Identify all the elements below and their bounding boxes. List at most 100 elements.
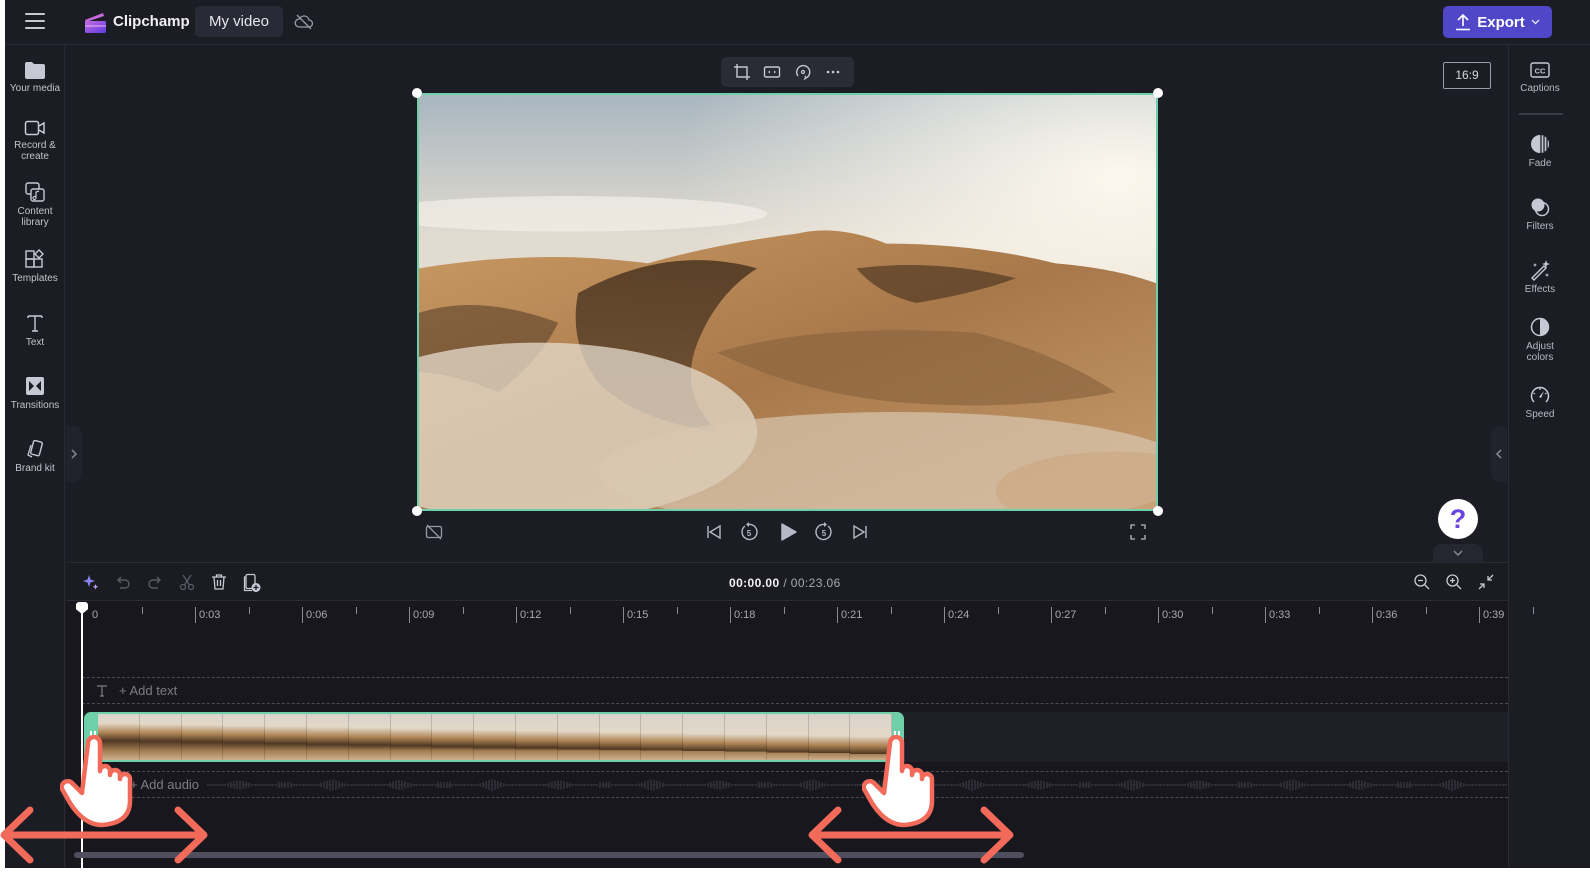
sidebar-label: Text (25, 337, 45, 348)
video-preview[interactable] (417, 93, 1158, 511)
ruler-major-tick (1265, 607, 1266, 623)
expand-right-panel-button[interactable] (1491, 426, 1507, 482)
sidebar-item-templates[interactable]: Templates (5, 248, 65, 284)
collapse-help-button[interactable] (1433, 544, 1483, 562)
sidebar-label: Filters (1526, 221, 1554, 232)
playhead[interactable] (81, 603, 83, 868)
duplicate-add-icon[interactable] (242, 573, 262, 593)
sidebar-item-record-create[interactable]: Record & create (5, 119, 65, 162)
clip-thumbnail (599, 714, 642, 760)
add-audio-track[interactable]: + Add audio (82, 771, 1508, 798)
clipchamp-logo (85, 13, 106, 33)
desert-dunes-image (419, 95, 1156, 509)
sidebar-item-transitions[interactable]: Transitions (5, 375, 65, 411)
sidebar-item-your-media[interactable]: Your media (5, 60, 65, 94)
export-button[interactable]: Export (1443, 6, 1552, 38)
project-title[interactable]: My video (195, 6, 284, 37)
sidebar-item-content-library[interactable]: Content library (5, 181, 65, 228)
cloud-off-icon[interactable] (291, 9, 317, 35)
ruler-major-tick (623, 607, 624, 623)
resize-handle-bottom-right[interactable] (1153, 506, 1163, 516)
ruler-major-tick (409, 607, 410, 623)
play-icon[interactable] (778, 522, 798, 542)
ruler-minor-tick (1104, 607, 1106, 614)
ruler-major-tick (1158, 607, 1159, 623)
forward-5-icon[interactable]: 5 (814, 522, 834, 542)
video-clip[interactable] (84, 712, 904, 762)
more-icon[interactable] (824, 63, 842, 81)
menu-icon[interactable] (25, 13, 45, 31)
aspect-ratio-button[interactable]: 16:9 (1443, 62, 1491, 89)
ai-sparkle-icon[interactable] (82, 573, 100, 591)
delete-icon[interactable] (210, 573, 228, 591)
current-time: 00:00.00 (729, 576, 780, 590)
sidebar-label: library (21, 217, 49, 228)
ruler-major-tick (1479, 607, 1480, 623)
sidebar-item-filters[interactable]: Filters (1509, 196, 1571, 232)
fullscreen-icon[interactable] (1130, 524, 1146, 540)
ruler-minor-tick (1532, 607, 1534, 614)
ruler-label: 0:21 (841, 609, 863, 621)
folder-icon (25, 62, 45, 79)
skip-back-icon[interactable] (705, 523, 723, 541)
sidebar-label: Speed (1525, 409, 1555, 420)
ruler-label: 0:06 (306, 609, 328, 621)
split-scissors-icon[interactable] (178, 573, 196, 591)
content-library-icon (25, 182, 45, 202)
undo-icon[interactable] (114, 573, 132, 591)
sidebar-label: Captions (1520, 83, 1560, 94)
clip-thumbnail (390, 714, 433, 760)
ruler-minor-tick (248, 607, 250, 614)
trim-handle-left[interactable] (90, 731, 96, 743)
zoom-in-icon[interactable] (1445, 573, 1463, 591)
sidebar-item-brand-kit[interactable]: Brand kit (5, 438, 65, 474)
resize-handle-top-left[interactable] (412, 88, 422, 98)
crop-icon[interactable] (733, 63, 751, 81)
timeline-ruler[interactable]: 0 0:03 0:06 0:09 0:12 0:15 0:18 0:21 0:24 0:27 0:3… (66, 602, 1534, 632)
sidebar-item-text[interactable]: Text (5, 312, 65, 348)
fit-timeline-icon[interactable] (1477, 573, 1495, 591)
sidebar-item-effects[interactable]: Effects (1509, 259, 1571, 295)
rotate-icon[interactable] (794, 63, 812, 81)
ruler-label: 0:36 (1376, 609, 1398, 621)
ruler-major-tick (1051, 607, 1052, 623)
help-button[interactable]: ? (1438, 499, 1478, 539)
clip-thumbnail (641, 714, 684, 760)
sidebar-label: Transitions (10, 400, 60, 411)
sidebar-item-speed[interactable]: Speed (1509, 384, 1571, 420)
chevron-down-icon (1453, 550, 1463, 556)
ruler-label: 0:39 (1483, 609, 1505, 621)
video-camera-icon (24, 120, 45, 136)
ruler-minor-tick (890, 607, 892, 614)
clip-thumbnail (724, 714, 767, 760)
timeline-scrollbar[interactable] (74, 852, 1024, 858)
zoom-out-icon[interactable] (1413, 573, 1431, 591)
sidebar-item-fade[interactable]: Fade (1509, 133, 1571, 169)
ruler-minor-tick (783, 607, 785, 614)
ruler-major-tick (1372, 607, 1373, 623)
rewind-5-icon[interactable]: 5 (739, 522, 759, 542)
templates-icon (25, 249, 44, 268)
ruler-major-tick (302, 607, 303, 623)
sidebar-label: Fade (1528, 158, 1552, 169)
fit-icon[interactable] (763, 63, 781, 81)
redo-icon[interactable] (146, 573, 164, 591)
clip-thumbnail (515, 714, 558, 760)
add-text-label: + Add text (119, 683, 178, 698)
resize-handle-bottom-left[interactable] (412, 506, 422, 516)
ruler-label: 0:15 (627, 609, 649, 621)
sidebar-item-captions[interactable]: CC Captions (1509, 60, 1571, 94)
expand-left-panel-button[interactable] (66, 426, 82, 482)
clipchamp-editor: Clipchamp My video Export Your media Rec… (5, 0, 1590, 868)
brand-name: Clipchamp (113, 13, 190, 30)
skip-forward-icon[interactable] (851, 523, 869, 541)
trim-handle-right[interactable] (894, 731, 900, 743)
ruler-label: 0:18 (734, 609, 756, 621)
export-label: Export (1477, 13, 1525, 31)
add-text-track[interactable]: + Add text (82, 677, 1508, 704)
captions-off-icon[interactable] (425, 523, 443, 541)
resize-handle-top-right[interactable] (1153, 88, 1163, 98)
sidebar-item-adjust-colors[interactable]: Adjust colors (1509, 316, 1571, 363)
text-icon (97, 684, 107, 697)
clip-thumbnail (432, 714, 475, 760)
